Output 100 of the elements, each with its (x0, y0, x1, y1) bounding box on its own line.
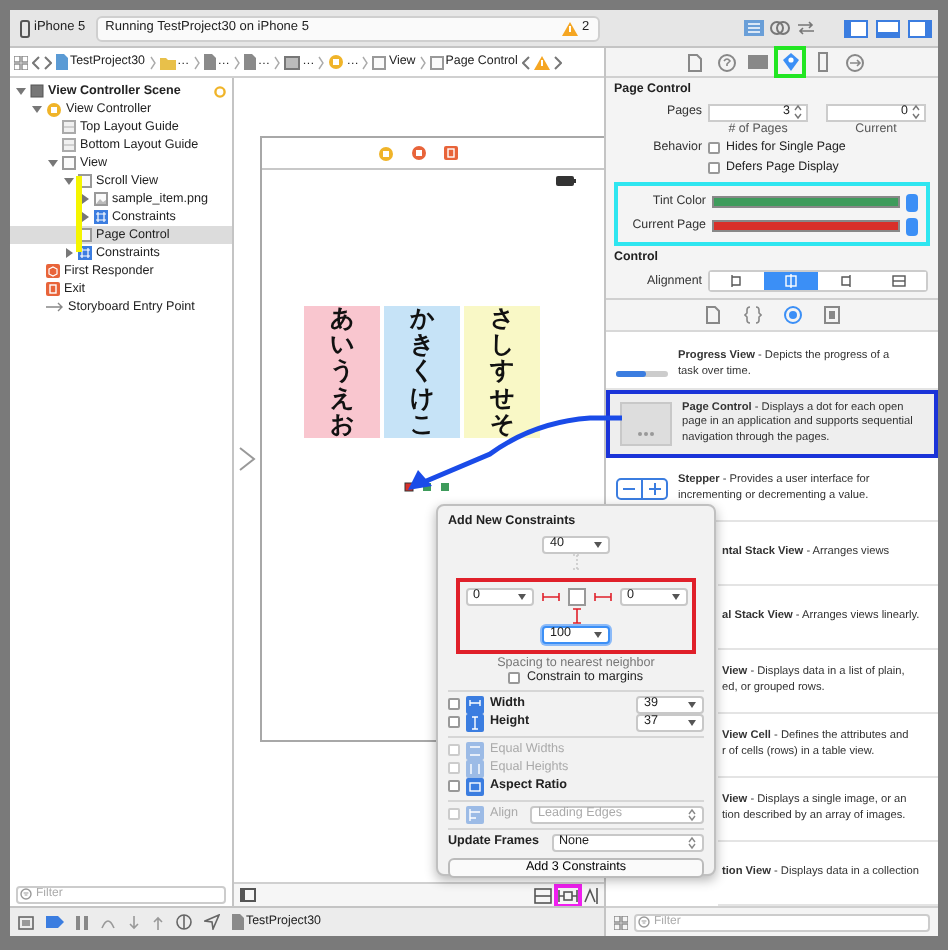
pin-icon (558, 887, 578, 903)
color-swatch[interactable] (712, 220, 900, 232)
separator-icon (362, 55, 369, 69)
checkbox[interactable] (448, 780, 460, 793)
color-swatch[interactable] (712, 196, 900, 208)
sidebar-icon[interactable] (240, 888, 256, 902)
stack-icon[interactable] (534, 887, 552, 903)
vertical-text: あいうえお (304, 306, 380, 438)
image-icon (94, 192, 108, 206)
chevron-left-icon[interactable] (521, 55, 530, 69)
highlight-bar (76, 176, 82, 252)
caret-icon (517, 593, 525, 600)
progress-bar-icon (616, 368, 668, 380)
checkbox[interactable] (508, 671, 521, 684)
separator-icon (419, 55, 426, 69)
width-constraint-icon (466, 695, 484, 714)
panel-bottom-icon[interactable] (876, 19, 900, 37)
resolve-icon[interactable] (584, 887, 598, 903)
list-icon[interactable] (744, 20, 764, 36)
checkbox[interactable] (708, 142, 720, 154)
circle-icon (46, 101, 62, 117)
strut-icon[interactable] (571, 607, 581, 624)
ruler-icon[interactable] (817, 52, 827, 72)
checkbox[interactable] (448, 716, 460, 729)
disclosure-triangle-icon[interactable] (16, 86, 26, 96)
layers-icon[interactable] (176, 914, 192, 930)
view-square-icon (567, 587, 585, 606)
strut-icon[interactable] (541, 591, 559, 602)
layout-guide-icon (62, 138, 76, 152)
disclosure-triangle-icon[interactable] (80, 194, 90, 204)
strut-icon[interactable] (593, 591, 611, 602)
scene-icon (30, 84, 44, 98)
grid-icon (14, 55, 28, 69)
step-over-icon[interactable] (100, 915, 116, 929)
separator-icon (274, 55, 281, 69)
step-out-icon[interactable] (152, 915, 164, 929)
chevron-left-icon[interactable] (32, 55, 40, 69)
library-tab[interactable] (700, 303, 724, 327)
page-control-icon (620, 402, 672, 446)
separator-icon (233, 55, 240, 69)
disclosure-triangle-icon[interactable] (32, 104, 42, 114)
alignment-icon (838, 274, 852, 288)
square-icon (372, 55, 387, 69)
disclosure-triangle-icon[interactable] (80, 212, 90, 222)
warning-icon (562, 21, 579, 35)
checkbox[interactable] (448, 698, 460, 711)
disclosure-triangle-icon[interactable] (64, 248, 74, 258)
pause-icon[interactable] (76, 915, 88, 929)
phone-icon (20, 19, 30, 37)
exit-icon (444, 146, 458, 160)
updown-icon (688, 807, 696, 822)
disclosure-triangle-icon[interactable] (48, 158, 58, 168)
battery-icon (556, 175, 576, 185)
caret-icon (688, 719, 696, 726)
constraints-icon (94, 210, 108, 224)
vertical-text: さしすせそ (464, 306, 540, 438)
chevron-right-icon[interactable] (553, 55, 562, 69)
document-icon[interactable] (705, 306, 719, 324)
alignment-icon (730, 274, 744, 288)
updown-icon (688, 835, 696, 850)
document-icon[interactable] (687, 53, 701, 71)
filter-icon (638, 916, 650, 928)
separator-icon (149, 55, 155, 69)
alignment-icon (892, 274, 906, 288)
caret-icon (594, 631, 602, 638)
breakpoint-icon[interactable] (46, 916, 64, 928)
stepper-icon (616, 478, 668, 500)
step-in-icon[interactable] (128, 915, 140, 929)
circle-outline-icon (214, 85, 226, 97)
overlap-circles-icon[interactable] (770, 20, 790, 36)
caret-icon (671, 593, 679, 600)
inspector-tab[interactable] (682, 50, 706, 74)
storyboard-icon (284, 55, 301, 69)
console-icon[interactable] (18, 915, 34, 929)
location-icon[interactable] (204, 914, 220, 930)
arrow-right-icon (46, 302, 64, 312)
checkbox[interactable] (708, 162, 720, 174)
square-icon (62, 156, 76, 170)
layout-guide-icon (62, 120, 76, 134)
segment[interactable] (764, 272, 818, 290)
disclosure-triangle-icon[interactable] (64, 176, 74, 186)
arrows-icon[interactable] (796, 20, 816, 36)
chevron-right-icon (238, 446, 256, 472)
sidebar-left-icon[interactable] (844, 19, 868, 37)
circle-icon (378, 145, 394, 161)
equal-widths-constraint-icon (466, 741, 484, 760)
caret-icon (688, 701, 696, 708)
stepper-icon[interactable] (912, 104, 920, 120)
sidebar-right-icon[interactable] (908, 19, 932, 37)
stepper-icon[interactable] (794, 104, 802, 120)
pin-button[interactable] (558, 887, 578, 903)
separator-icon (318, 55, 325, 69)
filter-icon (20, 888, 32, 900)
align-constraint-icon (466, 805, 484, 824)
chevron-right-icon[interactable] (44, 55, 52, 69)
square-icon (429, 55, 444, 69)
document-icon (56, 54, 68, 70)
folder-icon (159, 55, 175, 69)
vertical-text: かきくけこ (384, 306, 460, 438)
exit-icon (46, 282, 60, 296)
